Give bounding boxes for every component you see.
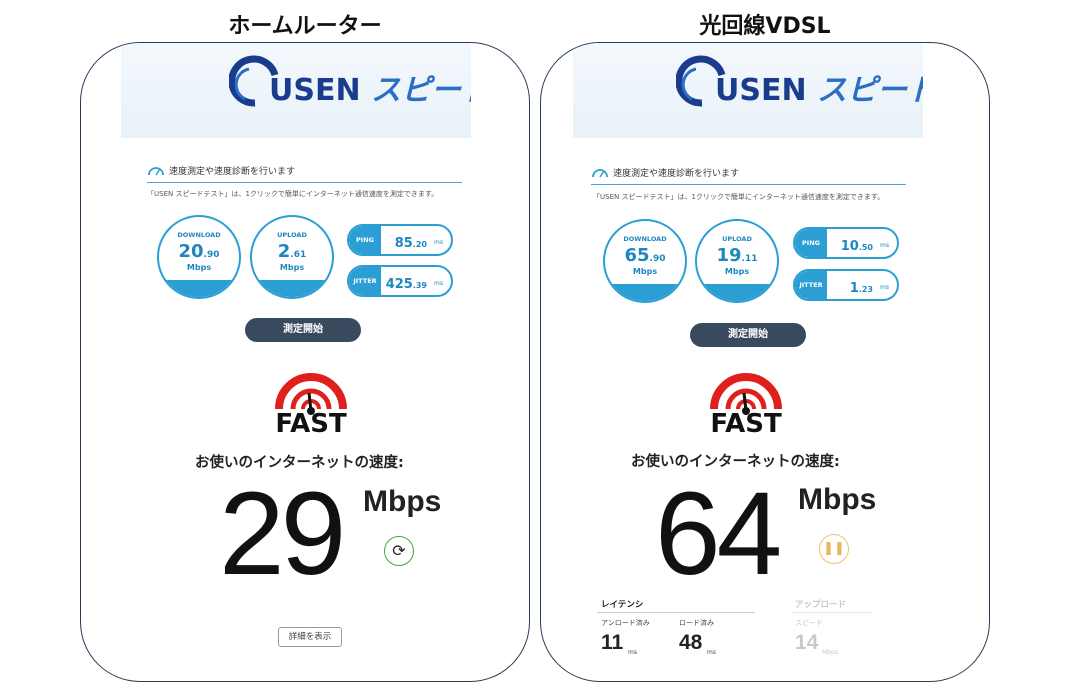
upload-value: 14 <box>795 631 819 654</box>
download-unit: Mbps <box>632 267 658 276</box>
loaded-value: 48 <box>679 631 703 654</box>
upload-value-dec: .11 <box>741 254 758 264</box>
upload-unit: Mbps <box>724 267 750 276</box>
download-gauge: DOWNLOAD 65.90 Mbps <box>603 219 687 303</box>
usen-logo-text: USEN <box>269 73 361 108</box>
jitter-value-int: 425 <box>385 277 413 292</box>
jitter-value-dec: .23 <box>858 285 873 294</box>
ping-unit: ms <box>434 239 443 246</box>
jitter-label: JITTER <box>795 271 827 299</box>
loaded-unit: ms <box>707 649 716 656</box>
jitter-unit: ms <box>434 280 443 287</box>
unloaded-unit: ms <box>628 649 637 656</box>
upload-value-int: 2 <box>277 241 291 262</box>
gauge-icon <box>148 167 164 176</box>
start-measurement-button[interactable]: 測定開始 <box>690 323 806 347</box>
column-title-home-router: ホームルーター <box>228 14 382 39</box>
upload-gauge: UPLOAD 2.61 Mbps <box>250 215 334 299</box>
usen-banner: USEN スピードテ <box>573 43 923 138</box>
usen-logo-jp: スピードテ <box>817 73 923 108</box>
usen-banner: USEN スピードテ <box>121 43 471 138</box>
jitter-pill: JITTER 1.23 ms <box>793 269 899 301</box>
upload-gauge: UPLOAD 19.11 Mbps <box>695 219 779 303</box>
usen-logo-text: USEN <box>715 73 807 108</box>
home-router-panel: USEN スピードテ 速度測定や速度診断を行います 「USEN スピードテスト」… <box>80 42 530 682</box>
download-value-dec: .90 <box>203 250 220 260</box>
ping-value-dec: .50 <box>858 243 873 252</box>
speed-unit: Mbps <box>363 485 442 518</box>
fast-logo-text: FAST <box>710 409 782 439</box>
upload-heading: アップロード <box>795 600 847 610</box>
unloaded-label: アンロード済み <box>601 619 650 627</box>
section-header: 速度測定や速度診断を行います <box>591 163 906 185</box>
section-title: 速度測定や速度診断を行います <box>613 169 740 179</box>
jitter-value-int: 1 <box>849 281 859 296</box>
fiber-vdsl-panel: USEN スピードテ 速度測定や速度診断を行います 「USEN スピードテスト」… <box>540 42 990 682</box>
ping-label: PING <box>795 229 827 257</box>
ping-pill: PING 10.50 ms <box>793 227 899 259</box>
loaded-label: ロード済み <box>679 619 714 627</box>
download-value-int: 20 <box>178 241 204 262</box>
section-description: 「USEN スピードテスト」は、1クリックで簡単にインターネット通信速度を測定で… <box>147 190 439 198</box>
latency-heading: レイテンシ <box>601 600 644 610</box>
section-description: 「USEN スピードテスト」は、1クリックで簡単にインターネット通信速度を測定で… <box>593 193 885 201</box>
speed-unit: Mbps <box>798 483 877 516</box>
upload-value-dec: .61 <box>290 250 307 260</box>
upload-label: UPLOAD <box>277 231 307 239</box>
upload-value-int: 19 <box>716 245 742 266</box>
ping-value-int: 85 <box>394 236 413 251</box>
upload-divider <box>791 612 871 613</box>
upload-unit: Mbps <box>822 649 838 656</box>
jitter-pill: JITTER 425.39 ms <box>347 265 453 297</box>
speed-value: 29 <box>219 468 346 600</box>
ping-value-dec: .20 <box>412 240 427 249</box>
download-value-int: 65 <box>624 245 650 266</box>
pause-button[interactable]: ❚❚ <box>819 534 849 564</box>
ping-unit: ms <box>880 242 889 249</box>
section-title: 速度測定や速度診断を行います <box>169 167 296 177</box>
download-label: DOWNLOAD <box>177 231 221 239</box>
show-details-button[interactable]: 詳細を表示 <box>278 627 342 647</box>
start-measurement-button[interactable]: 測定開始 <box>245 318 361 342</box>
refresh-icon: ⟳ <box>392 541 406 560</box>
jitter-value-dec: .39 <box>412 281 427 290</box>
speed-value: 64 <box>655 468 782 600</box>
ping-label: PING <box>349 226 381 254</box>
download-gauge: DOWNLOAD 20.90 Mbps <box>157 215 241 299</box>
pause-icon: ❚❚ <box>823 541 845 556</box>
usen-logo-jp: スピードテ <box>371 73 471 108</box>
ping-pill: PING 85.20 ms <box>347 224 453 256</box>
upload-sub-label: スピード <box>795 619 823 627</box>
gauge-icon <box>592 169 608 178</box>
ping-value-int: 10 <box>840 239 859 254</box>
fast-logo-text: FAST <box>275 409 347 439</box>
upload-unit: Mbps <box>279 263 305 272</box>
section-header: 速度測定や速度診断を行います <box>147 161 462 183</box>
jitter-unit: ms <box>880 284 889 291</box>
download-unit: Mbps <box>186 263 212 272</box>
latency-divider <box>597 612 755 613</box>
column-title-fiber-vdsl: 光回線VDSL <box>699 14 831 39</box>
upload-label: UPLOAD <box>722 235 752 243</box>
unloaded-value: 11 <box>601 631 624 654</box>
download-value-dec: .90 <box>649 254 666 264</box>
jitter-label: JITTER <box>349 267 381 295</box>
refresh-button[interactable]: ⟳ <box>384 536 414 566</box>
download-label: DOWNLOAD <box>623 235 667 243</box>
